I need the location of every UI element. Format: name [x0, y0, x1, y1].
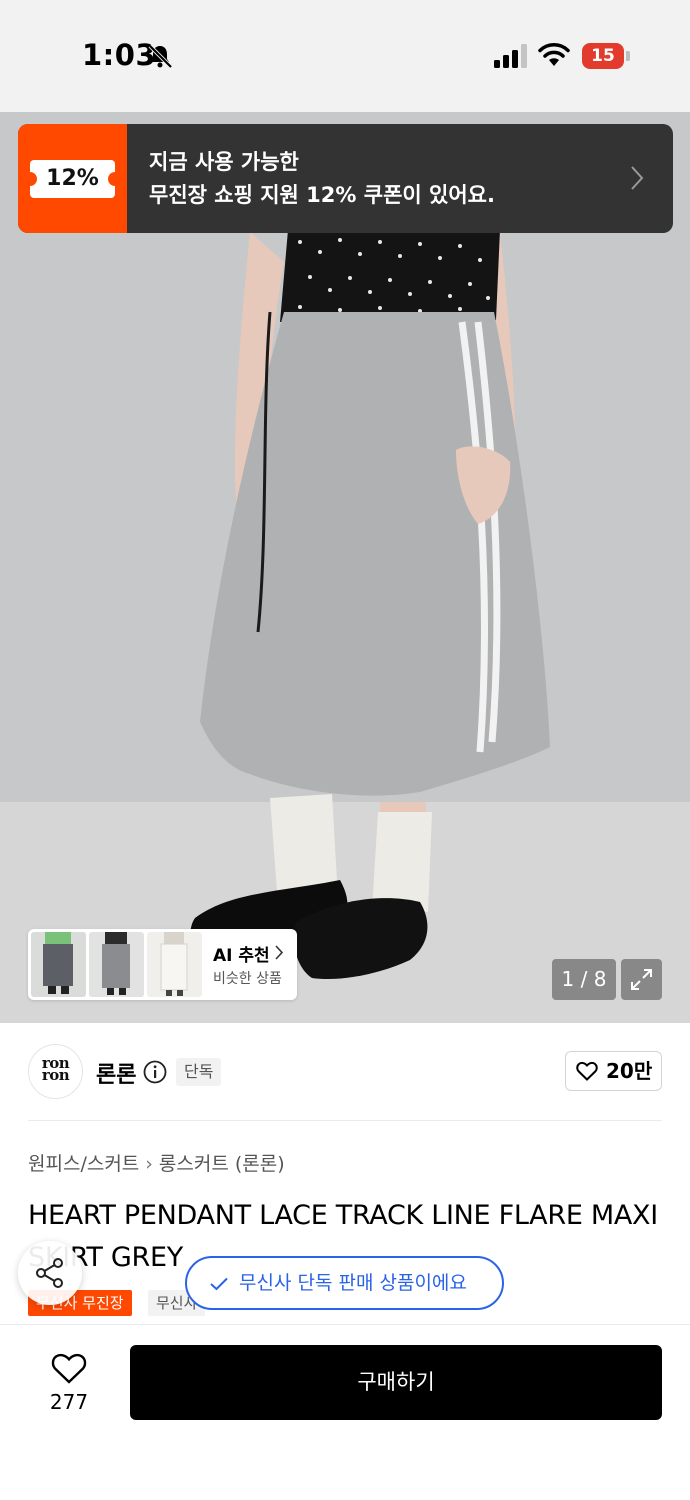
battery-tip [626, 51, 630, 61]
expand-image-button[interactable] [621, 959, 662, 1000]
brand-logo-text: ron ron [41, 1054, 70, 1084]
share-button[interactable] [18, 1241, 82, 1305]
coupon-badge-area: 12% [18, 124, 127, 233]
checkmark-icon [210, 1277, 228, 1291]
exclusive-toast: 무신사 단독 판매 상품이에요 [185, 1256, 504, 1310]
ai-recommend-title: AI 추천 [213, 946, 270, 966]
product-image[interactable] [0, 112, 690, 1023]
ai-similar-items-button[interactable]: AI 추천 비슷한 상품 [28, 929, 297, 1000]
brand-like-button[interactable]: 20만 [565, 1051, 662, 1091]
cellular-signal-icon [494, 44, 527, 68]
brand-name-link[interactable]: 론론 [96, 1057, 136, 1089]
battery-indicator: 15 [582, 43, 630, 69]
brand-logo[interactable]: ron ron [28, 1044, 83, 1099]
coupon-percent: 12% [46, 166, 99, 191]
brand-like-count: 20만 [606, 1059, 653, 1083]
chevron-right-icon: › [145, 1153, 153, 1175]
chevron-right-icon [275, 945, 284, 960]
chevron-right-icon [631, 166, 644, 190]
share-icon [36, 1258, 63, 1288]
battery-level: 15 [582, 43, 624, 69]
toast-message: 무신사 단독 판매 상품이에요 [239, 1272, 467, 1294]
coupon-message: 지금 사용 가능한 무진장 쇼핑 지원 12% 쿠폰이 있어요. [149, 146, 495, 212]
wishlist-button[interactable]: 277 [34, 1346, 104, 1420]
info-icon[interactable] [143, 1060, 167, 1084]
ai-recommend-subtitle: 비슷한 상품 [213, 971, 282, 987]
breadcrumb-subcategory-link[interactable]: 롱스커트 (론론) [159, 1153, 285, 1175]
coupon-banner[interactable]: 12% 지금 사용 가능한 무진장 쇼핑 지원 12% 쿠폰이 있어요. [18, 124, 673, 233]
buy-button[interactable]: 구매하기 [130, 1345, 662, 1420]
coupon-ticket-icon: 12% [23, 160, 122, 198]
heart-icon [576, 1061, 598, 1081]
section-divider [28, 1120, 662, 1121]
coupon-line-2: 무진장 쇼핑 지원 12% 쿠폰이 있어요. [149, 183, 495, 207]
status-bar: 1:03 15 [0, 0, 690, 112]
wifi-icon [538, 43, 570, 66]
breadcrumb-category-link[interactable]: 원피스/스커트 [28, 1153, 139, 1175]
heart-icon [51, 1353, 87, 1384]
bottom-bar-divider [0, 1324, 690, 1325]
expand-icon [631, 969, 652, 990]
exclusive-badge: 단독 [176, 1058, 222, 1086]
similar-item-thumbnail [147, 932, 202, 997]
bell-slash-icon [148, 44, 173, 69]
image-page-counter: 1 / 8 [552, 959, 616, 1000]
wishlist-count: 277 [49, 1390, 89, 1414]
coupon-line-1: 지금 사용 가능한 [149, 150, 299, 174]
similar-item-thumbnail [89, 932, 144, 997]
similar-item-thumbnail [31, 932, 86, 997]
breadcrumb: 원피스/스커트 › 롱스커트 (론론) [28, 1149, 285, 1176]
product-photo [0, 112, 690, 1023]
